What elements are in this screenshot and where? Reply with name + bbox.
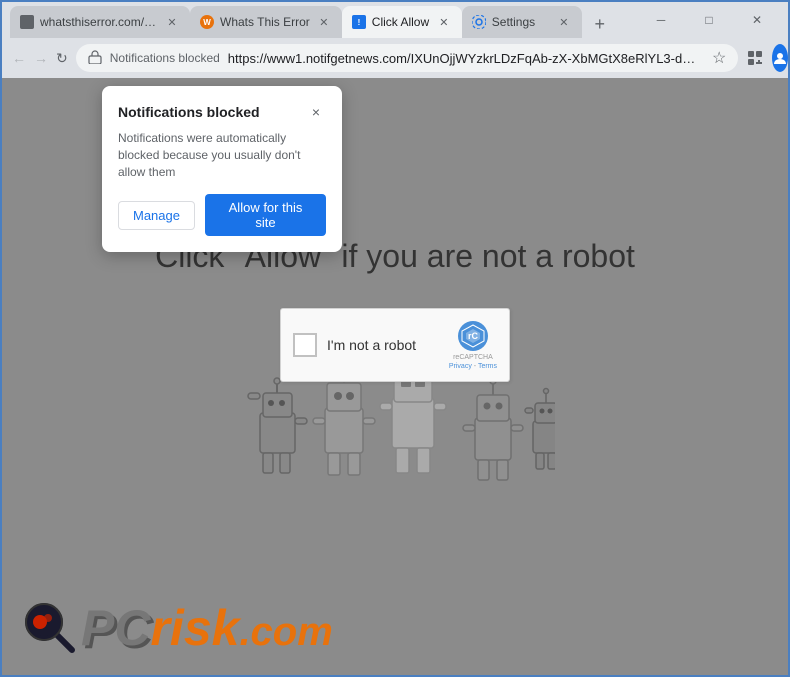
tabs-container: whatsthiserror.com/b... ✕ W Whats This E… xyxy=(10,2,634,38)
security-label: Notifications blocked xyxy=(110,51,220,65)
forward-button[interactable]: → xyxy=(34,44,48,72)
bookmark-star-icon[interactable]: ☆ xyxy=(712,48,726,68)
recaptcha-logo: rC reCAPTCHA Privacy - Terms xyxy=(449,320,497,370)
new-tab-button[interactable]: + xyxy=(586,10,614,38)
popup-description: Notifications were automatically blocked… xyxy=(118,130,326,180)
security-icon xyxy=(88,50,102,67)
tab3-icon: ! xyxy=(352,15,366,29)
recaptcha-checkbox[interactable] xyxy=(293,333,317,357)
url-bar[interactable]: Notifications blocked https://www1.notif… xyxy=(76,44,739,72)
maximize-button[interactable]: □ xyxy=(686,4,732,36)
window-controls: ─ □ ✕ xyxy=(638,4,780,36)
pcrisk-pc-text: PC xyxy=(81,600,150,656)
tab-click-allow[interactable]: ! Click Allow ✕ xyxy=(342,6,462,38)
title-bar: whatsthiserror.com/b... ✕ W Whats This E… xyxy=(2,2,788,38)
page-content: Notifications blocked × Notifications we… xyxy=(2,78,788,675)
recaptcha-logo-icon: rC xyxy=(457,320,489,352)
recaptcha-label: I'm not a robot xyxy=(327,337,439,353)
robots-area: I'm not a robot rC reCAPTCHA Privacy - T… xyxy=(235,308,555,498)
manage-button[interactable]: Manage xyxy=(118,201,195,230)
extensions-button[interactable] xyxy=(746,44,764,72)
tab1-label: whatsthiserror.com/b... xyxy=(40,15,158,29)
recaptcha-terms-link[interactable]: Terms xyxy=(478,363,497,370)
url-text: https://www1.notifgetnews.com/IXUnOjjWYz… xyxy=(228,51,704,66)
popup-close-button[interactable]: × xyxy=(306,102,326,122)
recaptcha-widget[interactable]: I'm not a robot rC reCAPTCHA Privacy - T… xyxy=(280,308,510,382)
profile-button[interactable] xyxy=(772,44,788,72)
minimize-button[interactable]: ─ xyxy=(638,4,684,36)
pcrisk-text-container: PCrisk.com xyxy=(81,603,333,653)
notification-popup: Notifications blocked × Notifications we… xyxy=(102,86,342,252)
tab-whats-this-error[interactable]: W Whats This Error ✕ xyxy=(190,6,342,38)
tab1-icon xyxy=(20,15,34,29)
tab3-close-button[interactable]: ✕ xyxy=(436,14,452,30)
svg-text:W: W xyxy=(203,18,211,27)
pcrisk-risk-text: risk xyxy=(150,600,239,656)
pcrisk-magnifier-icon xyxy=(22,600,77,655)
recaptcha-badge: reCAPTCHA xyxy=(453,354,493,361)
allow-for-site-button[interactable]: Allow for this site xyxy=(205,194,326,236)
reload-button[interactable]: ↻ xyxy=(56,44,68,72)
tab4-gear-icon xyxy=(472,15,486,29)
browser-window: whatsthiserror.com/b... ✕ W Whats This E… xyxy=(0,0,790,677)
address-bar: ← → ↻ Notifications blocked https://www1… xyxy=(2,38,788,78)
popup-header: Notifications blocked × xyxy=(118,102,326,122)
popup-title: Notifications blocked xyxy=(118,104,260,120)
tab1-close-button[interactable]: ✕ xyxy=(164,14,180,30)
tab-whatsthiserror[interactable]: whatsthiserror.com/b... ✕ xyxy=(10,6,190,38)
tab2-icon: W xyxy=(200,15,214,29)
svg-text:!: ! xyxy=(357,18,360,27)
pcrisk-com-text: .com xyxy=(239,610,332,654)
svg-text:rC: rC xyxy=(468,331,479,341)
pcrisk-logo: PCrisk.com xyxy=(22,600,333,655)
recaptcha-links: Privacy - Terms xyxy=(449,363,497,370)
tab2-close-button[interactable]: ✕ xyxy=(316,14,332,30)
back-button[interactable]: ← xyxy=(12,44,26,72)
tab-settings[interactable]: Settings ✕ xyxy=(462,6,582,38)
tab4-label: Settings xyxy=(492,15,550,29)
recaptcha-privacy-link[interactable]: Privacy xyxy=(449,363,472,370)
popup-buttons: Manage Allow for this site xyxy=(118,194,326,236)
close-button[interactable]: ✕ xyxy=(734,4,780,36)
tab2-label: Whats This Error xyxy=(220,15,310,29)
tab3-label: Click Allow xyxy=(372,15,430,29)
tab4-close-button[interactable]: ✕ xyxy=(556,14,572,30)
